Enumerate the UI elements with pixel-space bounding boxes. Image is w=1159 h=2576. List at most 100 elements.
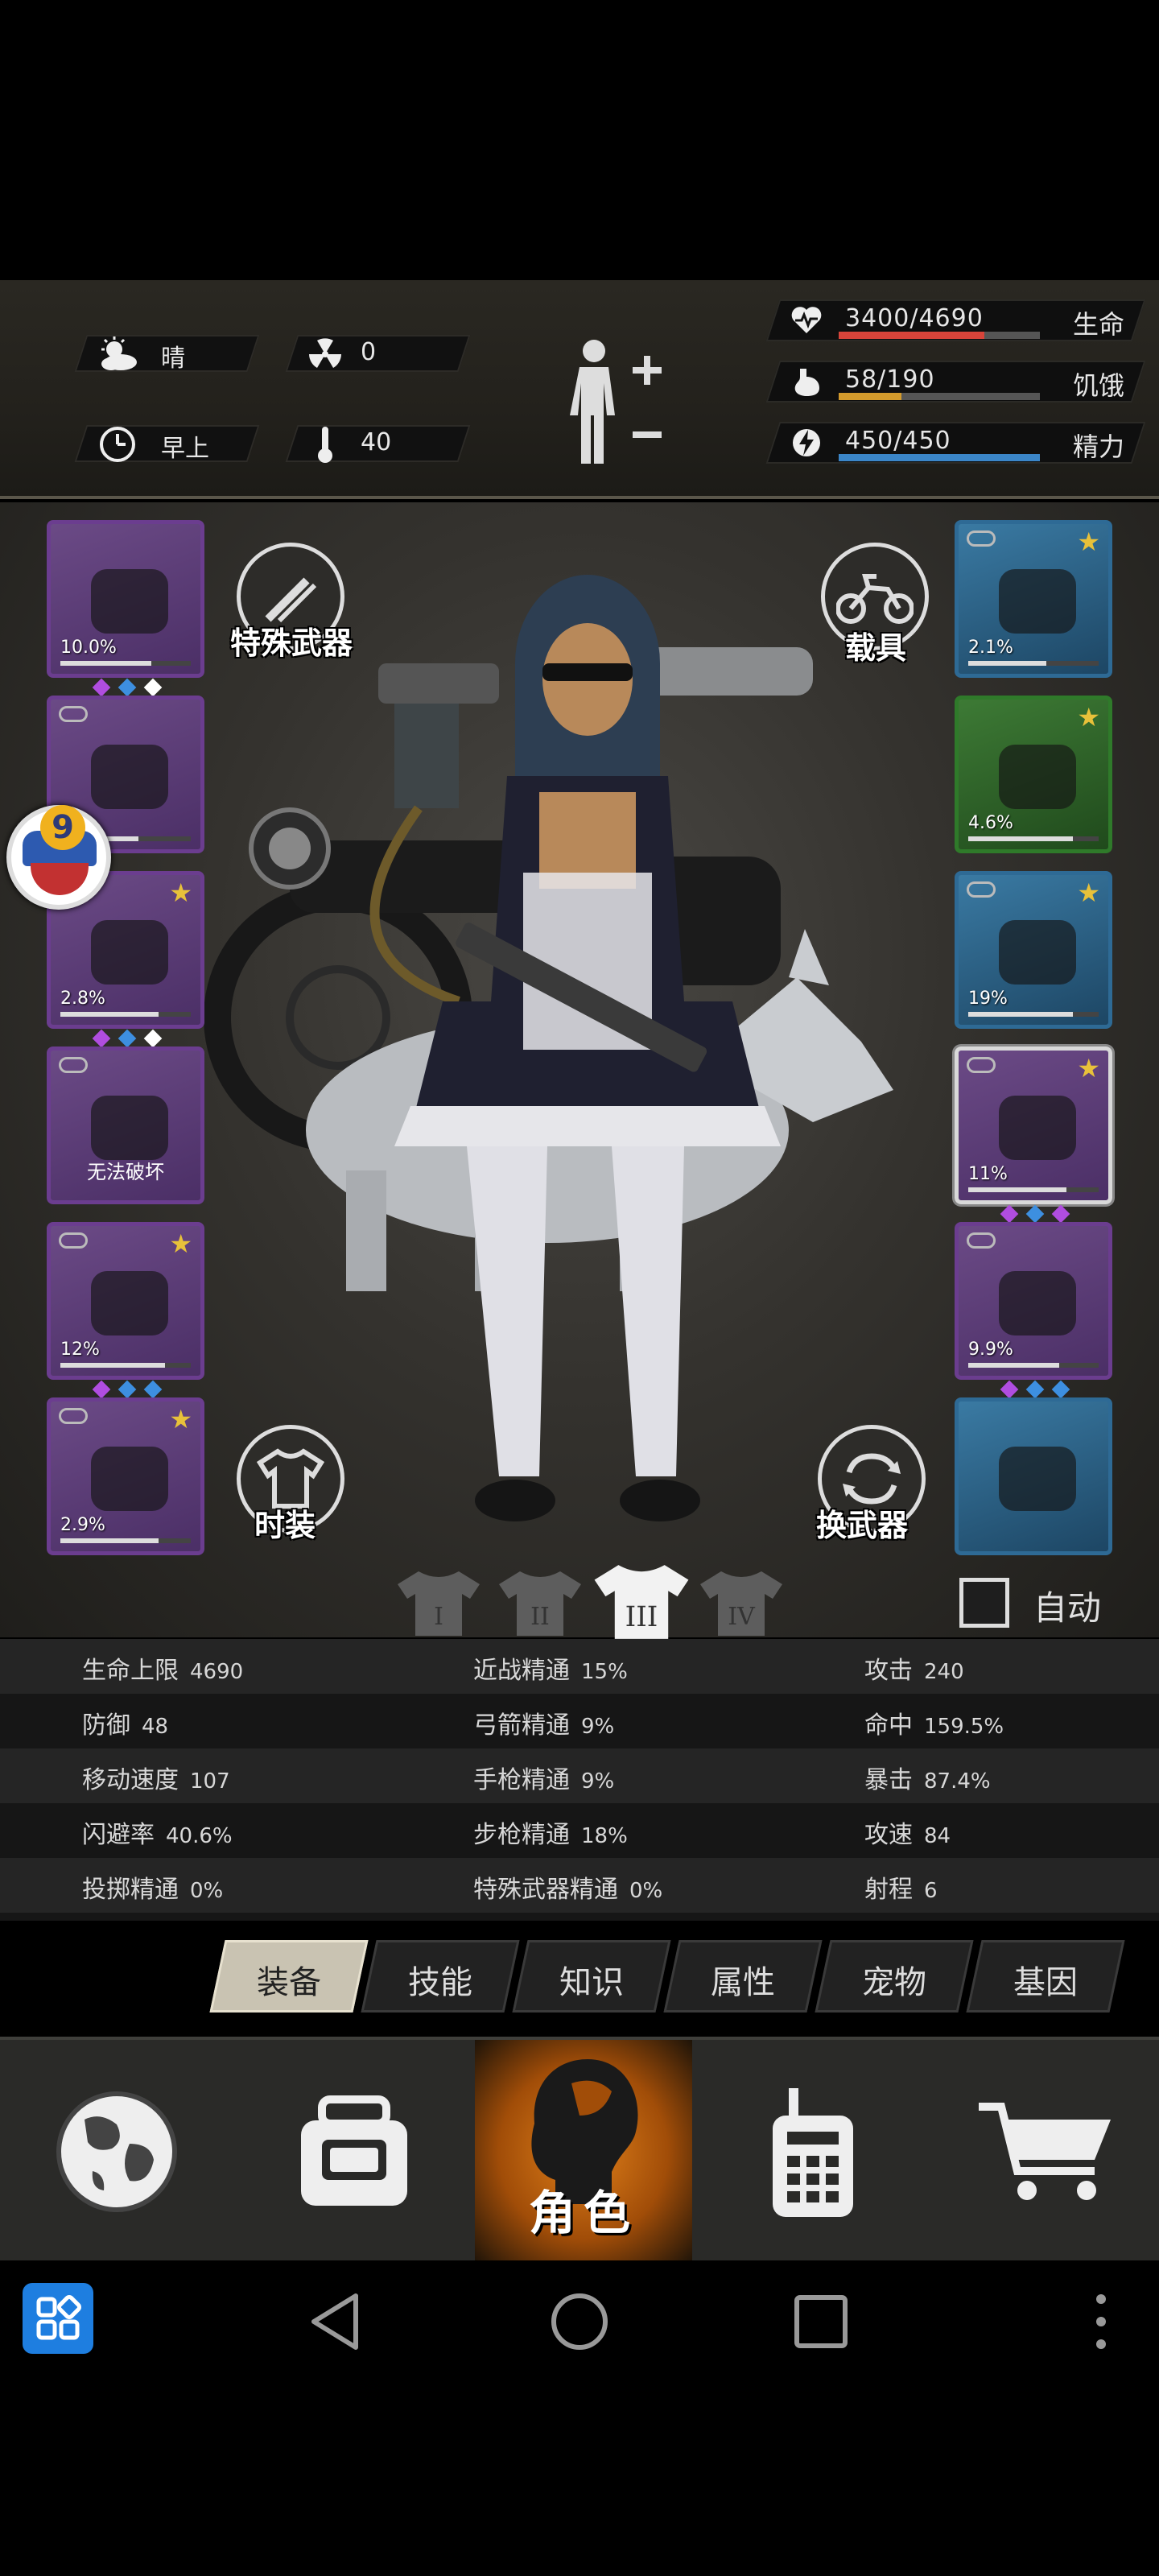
- recents-button[interactable]: [789, 2289, 853, 2354]
- hunger-bar: 58/190 饥饿: [765, 361, 1146, 402]
- gem-sockets: [92, 678, 163, 697]
- more-options-button[interactable]: [1082, 2289, 1120, 2354]
- durability-bar: [968, 1187, 1099, 1192]
- slot-percent: 2.9%: [60, 1515, 105, 1535]
- character-area: 10.0% ★ 2.8% 无法破坏 ★ 12% ★ 2.9% ★ 2.1% ★ 4.6% ★ 19% ★ 1…: [0, 502, 1159, 1639]
- gem-sockets: [92, 1029, 163, 1048]
- bag-slot[interactable]: [955, 1397, 1112, 1555]
- nav-backpack[interactable]: [233, 2040, 475, 2264]
- human-body-icon: [570, 340, 662, 464]
- stat-value: 15%: [581, 1660, 628, 1684]
- back-button[interactable]: [306, 2289, 370, 2354]
- slot-percent: 19%: [968, 989, 1008, 1009]
- slot-percent: 12%: [60, 1340, 100, 1360]
- heart-pulse-icon: [789, 303, 824, 338]
- mask-slot[interactable]: ★ 4.6%: [955, 696, 1112, 853]
- helmet-slot[interactable]: 10.0%: [47, 520, 204, 678]
- durability-bar: [968, 836, 1099, 841]
- recents-square-icon: [794, 2295, 848, 2348]
- stat-label: 弓箭精通: [473, 1711, 570, 1740]
- stat-item: 特殊武器精通 0%: [473, 1869, 662, 1905]
- durability-bar: [60, 1538, 191, 1543]
- stat-label: 手枪精通: [473, 1766, 570, 1794]
- app-grid-button[interactable]: [23, 2283, 93, 2354]
- status-panel: 晴 0 早上 40 3400/4690 生命 58/190 饥饿 450/450…: [0, 280, 1159, 499]
- star-icon: ★: [1077, 702, 1100, 733]
- stat-value: 240: [924, 1660, 964, 1684]
- stat-label: 投掷精通: [82, 1876, 179, 1904]
- equipment-item-icon: [75, 904, 184, 1001]
- slot-percent: 10.0%: [60, 638, 117, 658]
- energy-fill: [839, 454, 1040, 461]
- outfit-tab-4[interactable]: IV: [697, 1570, 786, 1637]
- glasses-slot[interactable]: ★ 2.1%: [955, 520, 1112, 678]
- gem-icon: [1000, 1380, 1019, 1399]
- gem-icon: [143, 1029, 163, 1048]
- nav-radio[interactable]: [692, 2040, 934, 2264]
- home-button[interactable]: [547, 2289, 612, 2354]
- hunger-fill: [839, 393, 901, 400]
- bottom-nav: 角色: [0, 2037, 1159, 2264]
- outfit-tab-1[interactable]: I: [394, 1570, 483, 1637]
- health-value: 3400/4690: [845, 304, 984, 332]
- boots-slot[interactable]: ★ 2.9%: [47, 1397, 204, 1555]
- swap-weapon-label: 换武器: [816, 1508, 909, 1543]
- nav-character[interactable]: 角色: [475, 2040, 692, 2264]
- stats-row: 闪避率 40.6% 步枪精通 18% 攻速 84: [0, 1803, 1159, 1858]
- star-icon: ★: [1077, 877, 1100, 908]
- system-navigation-bar: [0, 2260, 1159, 2380]
- equipment-item-icon: [983, 729, 1092, 825]
- category-tab-label: 知识: [559, 1964, 624, 2001]
- energy-label: 精力: [1072, 431, 1124, 462]
- outfit-tab-3-active[interactable]: III: [591, 1562, 692, 1642]
- link-icon: [967, 1057, 996, 1073]
- outfit-tab-2[interactable]: II: [496, 1570, 584, 1637]
- nav-world-map[interactable]: [0, 2040, 233, 2264]
- stat-item: 移动速度 107: [82, 1760, 230, 1795]
- stat-label: 近战精通: [473, 1657, 570, 1685]
- gem-icon: [92, 1029, 111, 1048]
- stats-row: 防御 48 弓箭精通 9% 命中 159.5%: [0, 1694, 1159, 1748]
- vest-slot[interactable]: ★ 19%: [955, 871, 1112, 1029]
- durability-bar: [968, 1012, 1099, 1017]
- level-badge[interactable]: 9: [6, 805, 111, 910]
- rifle-slot[interactable]: ★ 11%: [955, 1046, 1112, 1204]
- backpack-slot[interactable]: 无法破坏: [47, 1046, 204, 1204]
- auto-checkbox[interactable]: [959, 1578, 1009, 1628]
- level-number: 9: [40, 805, 85, 850]
- stat-value: 9%: [581, 1715, 615, 1739]
- stat-item: 闪避率 40.6%: [82, 1814, 233, 1850]
- stat-label: 移动速度: [82, 1766, 179, 1794]
- gem-icon: [118, 1380, 137, 1399]
- stat-item: 攻速 84: [864, 1814, 951, 1850]
- blade-slot[interactable]: 9.9%: [955, 1222, 1112, 1380]
- health-label: 生命: [1072, 309, 1124, 340]
- walkie-talkie-icon: [773, 2088, 853, 2217]
- durability-bar: [60, 1363, 191, 1368]
- equipment-item-icon: [75, 729, 184, 825]
- slot-percent: 2.8%: [60, 989, 105, 1009]
- equipment-item-icon: [983, 1255, 1092, 1352]
- link-icon: [59, 1408, 88, 1424]
- body-status-button[interactable]: [562, 333, 674, 478]
- star-icon: ★: [169, 1228, 192, 1259]
- shopping-cart-icon: [979, 2103, 1111, 2200]
- category-tab-label: 属性: [711, 1964, 775, 2001]
- nav-shop[interactable]: [934, 2040, 1159, 2264]
- category-tabs: 装备 技能 知识 属性 宠物 基因: [209, 1940, 1143, 2013]
- special-weapon-label: 特殊武器: [230, 625, 353, 661]
- stat-label: 射程: [864, 1876, 913, 1904]
- stat-item: 攻击 240: [864, 1650, 964, 1686]
- stat-item: 生命上限 4690: [82, 1650, 243, 1686]
- backpack-icon: [301, 2095, 407, 2206]
- slot-percent: 11%: [968, 1164, 1008, 1184]
- stat-item: 命中 159.5%: [864, 1705, 1004, 1740]
- pants-slot[interactable]: ★ 12%: [47, 1222, 204, 1380]
- back-triangle-icon: [311, 2293, 358, 2350]
- stat-value: 0%: [629, 1879, 663, 1903]
- hunger-label: 饥饿: [1072, 370, 1124, 401]
- stat-label: 步枪精通: [473, 1821, 570, 1849]
- stat-item: 近战精通 15%: [473, 1650, 628, 1686]
- link-icon: [967, 881, 996, 898]
- health-bar: 3400/4690 生命: [765, 299, 1146, 341]
